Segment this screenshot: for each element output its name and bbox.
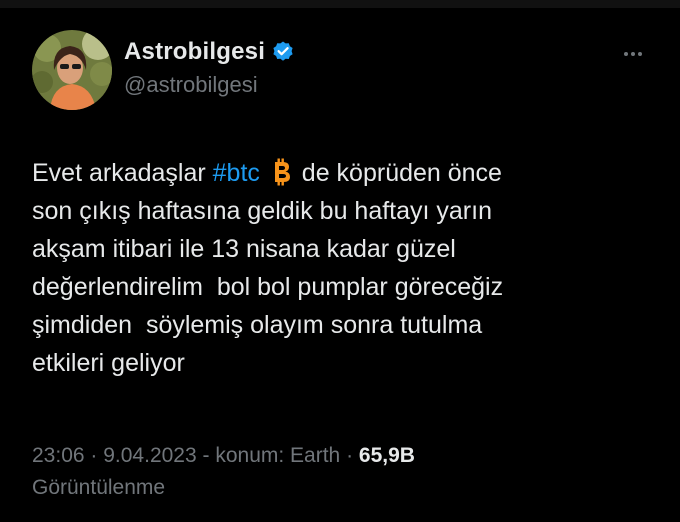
user-names: Astrobilgesi @astrobilgesi	[124, 36, 295, 98]
more-dot	[631, 52, 635, 56]
views-label: Görüntülenme	[32, 476, 166, 499]
tweet-line: son çıkış haftasına geldik bu haftayı ya…	[32, 197, 492, 225]
tweet-location: - konum: Earth	[196, 444, 341, 467]
tweet-time[interactable]: 23:06	[32, 444, 85, 467]
tweet-text-segment: Evet arkadaşlar	[32, 159, 213, 187]
more-dot	[624, 52, 628, 56]
user-handle[interactable]: @astrobilgesi	[124, 72, 295, 98]
more-icon[interactable]	[618, 44, 648, 64]
top-divider	[0, 0, 680, 8]
display-name[interactable]: Astrobilgesi	[124, 38, 265, 66]
separator-dot: ·	[340, 444, 359, 467]
avatar[interactable]	[32, 30, 112, 110]
verified-badge-icon[interactable]	[271, 40, 295, 64]
tweet-line: akşam itibari ile 13 nisana kadar güzel	[32, 235, 456, 263]
tweet-text-segment: de köprüden önce	[294, 159, 502, 187]
more-dot	[638, 52, 642, 56]
metadata-row: 23:06 · 9.04.2023 - konum: Earth · 65,9B	[32, 440, 652, 472]
hashtag-link[interactable]: #btc	[213, 159, 260, 187]
bitcoin-emoji-icon	[269, 158, 293, 186]
tweet-metadata: 23:06 · 9.04.2023 - konum: Earth · 65,9B…	[32, 440, 652, 504]
separator-dot: ·	[84, 444, 104, 467]
tweet-date[interactable]: 9.04.2023	[103, 444, 196, 467]
tweet-body: Evet arkadaşlar #btc de köprüden önce so…	[32, 154, 652, 382]
tweet-line: şimdiden söylemiş olayım sonra tutulma	[32, 311, 483, 339]
tweet-line: değerlendirelim bol bol pumplar göreceği…	[32, 273, 504, 301]
views-count[interactable]: 65,9B	[359, 444, 415, 467]
tweet-line: Evet arkadaşlar #btc de köprüden önce	[32, 154, 652, 192]
tweet-header: Astrobilgesi @astrobilgesi	[32, 30, 652, 110]
tweet-line: etkileri geliyor	[32, 349, 185, 377]
